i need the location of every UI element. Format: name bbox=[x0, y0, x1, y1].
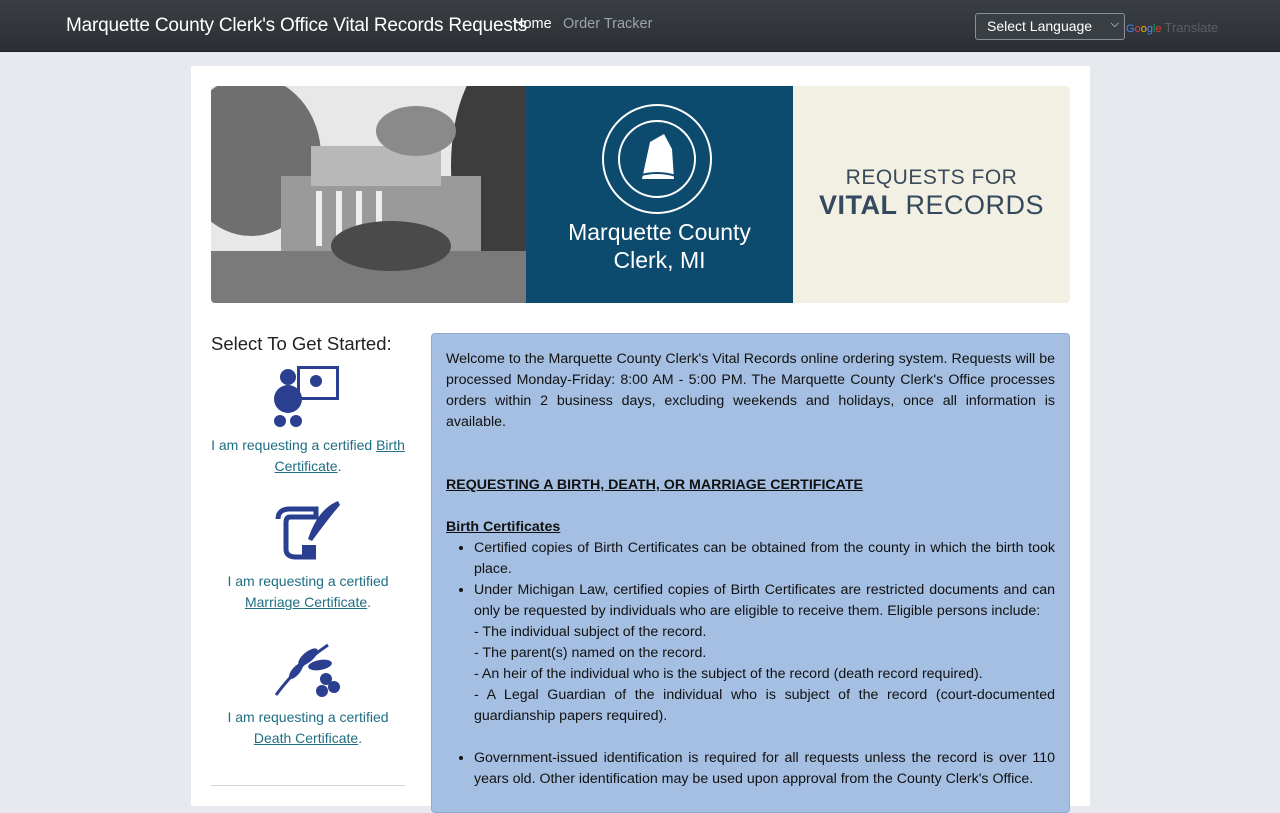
death-certificate-link[interactable]: Death Certificate bbox=[254, 730, 358, 746]
eligible-person: - A Legal Guardian of the individual who… bbox=[474, 687, 1055, 724]
courthouse-image-icon bbox=[211, 86, 551, 303]
vital-records-text: VITAL RECORDS bbox=[818, 190, 1044, 220]
site-brand[interactable]: Marquette County Clerk's Office Vital Re… bbox=[66, 15, 527, 37]
death-option-prefix: I am requesting a certified bbox=[227, 709, 389, 725]
marriage-certificate-option[interactable]: I am requesting a certified Marriage Cer… bbox=[211, 499, 405, 613]
top-navbar: Marquette County Clerk's Office Vital Re… bbox=[0, 0, 1280, 52]
county-clerk-title: Marquette County Clerk, MI bbox=[568, 219, 751, 273]
olive-branch-icon[interactable] bbox=[268, 635, 348, 705]
marriage-option-prefix: I am requesting a certified bbox=[227, 573, 389, 589]
nav-home-link[interactable]: Home bbox=[513, 16, 552, 32]
birth-option-prefix: I am requesting a certified bbox=[211, 437, 377, 453]
google-translate-attribution: Google Translate bbox=[1126, 20, 1218, 35]
county-seal-panel: Marquette County Clerk, MI bbox=[526, 86, 793, 303]
death-certificate-option[interactable]: I am requesting a certified Death Certif… bbox=[211, 635, 405, 749]
chevron-down-icon: ⌵ bbox=[1110, 18, 1119, 30]
vital-records-title-panel: REQUESTS FOR VITAL RECORDS bbox=[793, 86, 1070, 303]
eligible-person: - An heir of the individual who is the s… bbox=[474, 666, 983, 682]
sidebar-divider bbox=[211, 785, 405, 786]
get-started-sidebar: Select To Get Started: I am requesting a… bbox=[211, 333, 405, 749]
county-seal-icon bbox=[602, 104, 712, 214]
info-panel: Welcome to the Marquette County Clerk's … bbox=[431, 333, 1070, 813]
section-heading: REQUESTING A BIRTH, DEATH, OR MARRIAGE C… bbox=[446, 477, 863, 493]
courthouse-photo bbox=[211, 86, 551, 303]
language-select[interactable]: Select Language ⌵ bbox=[975, 13, 1125, 40]
birth-info-list: Certified copies of Birth Certificates c… bbox=[446, 538, 1055, 790]
birth-certificate-option[interactable]: I am requesting a certified Birth Certif… bbox=[211, 363, 405, 477]
scroll-quill-icon[interactable] bbox=[268, 499, 348, 569]
get-started-heading: Select To Get Started: bbox=[211, 333, 392, 354]
list-item: Certified copies of Birth Certificates c… bbox=[474, 538, 1055, 580]
nav-order-tracker-link[interactable]: Order Tracker bbox=[563, 16, 652, 32]
list-item: Government-issued identification is requ… bbox=[474, 748, 1055, 790]
requests-for-text: REQUESTS FOR bbox=[845, 166, 1018, 189]
welcome-paragraph: Welcome to the Marquette County Clerk's … bbox=[446, 351, 1055, 430]
eligible-person: - The individual subject of the record. bbox=[474, 624, 707, 640]
marriage-certificate-link[interactable]: Marriage Certificate bbox=[245, 594, 367, 610]
eligibility-intro: Under Michigan Law, certified copies of … bbox=[474, 582, 1055, 619]
header-banner: Marquette County Clerk, MI REQUESTS FOR … bbox=[211, 86, 1070, 303]
birth-certificates-heading: Birth Certificates bbox=[446, 519, 561, 535]
eligible-person: - The parent(s) named on the record. bbox=[474, 645, 707, 661]
list-item: Under Michigan Law, certified copies of … bbox=[474, 580, 1055, 727]
language-select-label: Select Language bbox=[987, 18, 1093, 34]
translate-link[interactable]: Translate bbox=[1165, 20, 1219, 35]
google-logo: Google bbox=[1126, 23, 1162, 35]
baby-certificate-icon[interactable] bbox=[268, 363, 348, 433]
